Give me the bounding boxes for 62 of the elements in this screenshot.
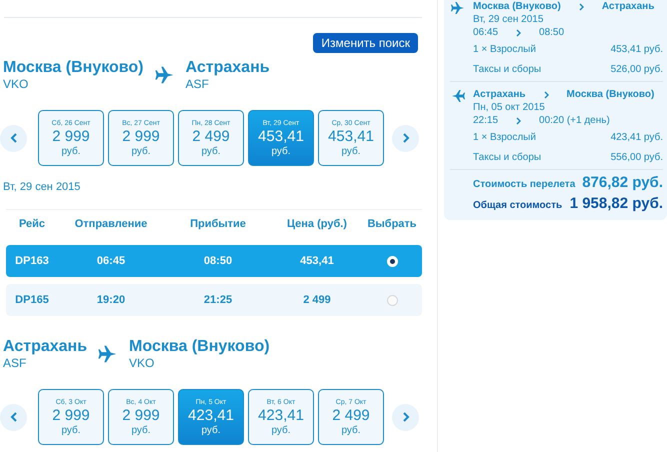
table-cell-text: 06:45 [96,255,126,267]
flight-date: Пн, 05 окт 2015 [473,101,546,114]
destination-code: ASF [186,77,210,91]
airplane-icon [450,0,466,16]
chevron-icon [544,90,549,98]
total-amount: 1 958,82 руб. [570,195,663,212]
next-button[interactable] [392,404,419,430]
table-cell-text: DP163 [14,255,50,267]
total-label: Стоимость перелета [473,179,576,190]
chevron-left-icon [10,133,18,143]
flight-row[interactable]: DP165 19:20 21:25 2 499 [6,284,422,316]
price-label: Таксы и сборы [473,151,542,165]
chevron-icon [578,2,584,10]
price-label: 1 × Взрослый [473,43,536,57]
price-label: 1 × Взрослый [473,131,536,145]
next-button[interactable] [392,124,419,152]
flight-date: Вт, 29 сен 2015 [473,13,544,26]
price-label: Таксы и сборы [473,63,542,77]
chevron-icon [516,116,522,124]
destination-city: Астрахань [602,0,654,13]
chevron-left-icon [10,412,18,422]
origin-code: ASF [3,356,28,370]
column-header: Прибытие [189,218,247,230]
table-cell-text: 453,41 [299,255,335,267]
origin-city: Астрахань [3,338,88,356]
table-cell-text: 21:25 [202,294,234,306]
arrival-time: 00:20 (+1 день) [539,114,610,127]
departure-time: 22:15 [473,114,498,127]
table-cell-text: 19:20 [96,294,126,306]
table-cell-text: DP165 [14,294,50,306]
total-label: Общая стоимость [473,200,562,211]
price-amount: 526,00 руб. [610,63,663,77]
origin-city: Астрахань [473,88,526,101]
price-amount: 423,41 руб. [610,131,663,145]
flight-row[interactable]: DP163 06:45 08:50 453,41 [6,245,422,277]
table-cell-text: 08:50 [202,255,234,267]
column-header: Отправление [74,218,148,230]
chevron-right-icon [402,133,410,143]
column-header: Выбрать [366,218,418,230]
chevron-right-icon [402,412,410,422]
column-header: Цена (руб.) [286,218,348,230]
arrival-time: 08:50 [539,26,564,39]
price-amount: 453,41 руб. [610,43,663,57]
departure-time: 06:45 [473,26,498,39]
destination-city: Москва (Внуково) [129,338,270,356]
origin-code: VKO [3,77,30,91]
radio-button[interactable] [386,294,398,306]
column-header: Рейс [18,218,46,230]
total-amount: 876,82 руб. [582,174,663,191]
price-amount: 556,00 руб. [610,151,663,165]
destination-city: Астрахань [186,59,270,77]
destination-city: Москва (Внуково) [566,88,654,101]
chevron-icon [516,28,522,36]
previous-button[interactable] [0,124,27,152]
selected-date: Вт, 29 сен 2015 [3,181,82,193]
previous-button[interactable] [0,404,27,430]
destination-code: VKO [129,356,156,370]
change-search-button[interactable]: Изменить поиск [313,33,418,53]
table-cell-text: 2 499 [302,294,332,306]
airplane-icon [450,88,466,104]
origin-city: Москва (Внуково) [3,59,144,77]
origin-city: Москва (Внуково) [473,0,561,13]
